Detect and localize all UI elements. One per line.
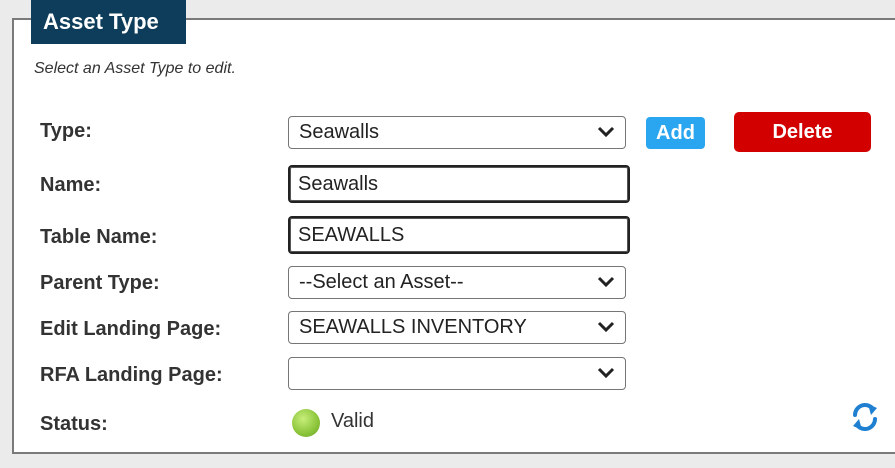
parent-type-select[interactable]: --Select an Asset-- — [288, 266, 626, 299]
edit-landing-page-label: Edit Landing Page: — [40, 318, 222, 340]
rfa-landing-page-select[interactable] — [288, 357, 626, 390]
chevron-down-icon — [597, 367, 615, 379]
status-valid-icon — [292, 409, 320, 437]
type-label: Type: — [40, 120, 92, 142]
name-input[interactable]: Seawalls — [288, 165, 630, 203]
type-select[interactable]: Seawalls — [288, 116, 626, 149]
chevron-down-icon — [597, 126, 615, 138]
chevron-down-icon — [597, 321, 615, 333]
panel-hint: Select an Asset Type to edit. — [34, 60, 236, 77]
parent-type-select-value: --Select an Asset-- — [299, 271, 464, 293]
panel-title: Asset Type — [31, 0, 186, 44]
table-name-label: Table Name: — [40, 226, 158, 248]
status-value: Valid — [331, 410, 374, 432]
parent-type-label: Parent Type: — [40, 272, 160, 294]
delete-button[interactable]: Delete — [734, 112, 871, 152]
rfa-landing-page-label: RFA Landing Page: — [40, 364, 223, 386]
refresh-icon[interactable] — [848, 400, 882, 434]
edit-landing-page-select-value: SEAWALLS INVENTORY — [299, 316, 527, 338]
edit-landing-page-select[interactable]: SEAWALLS INVENTORY — [288, 311, 626, 344]
add-button[interactable]: Add — [646, 117, 705, 149]
chevron-down-icon — [597, 276, 615, 288]
status-label: Status: — [40, 413, 108, 435]
table-name-input[interactable]: SEAWALLS — [288, 216, 630, 254]
type-select-value: Seawalls — [299, 121, 380, 143]
name-label: Name: — [40, 174, 102, 196]
